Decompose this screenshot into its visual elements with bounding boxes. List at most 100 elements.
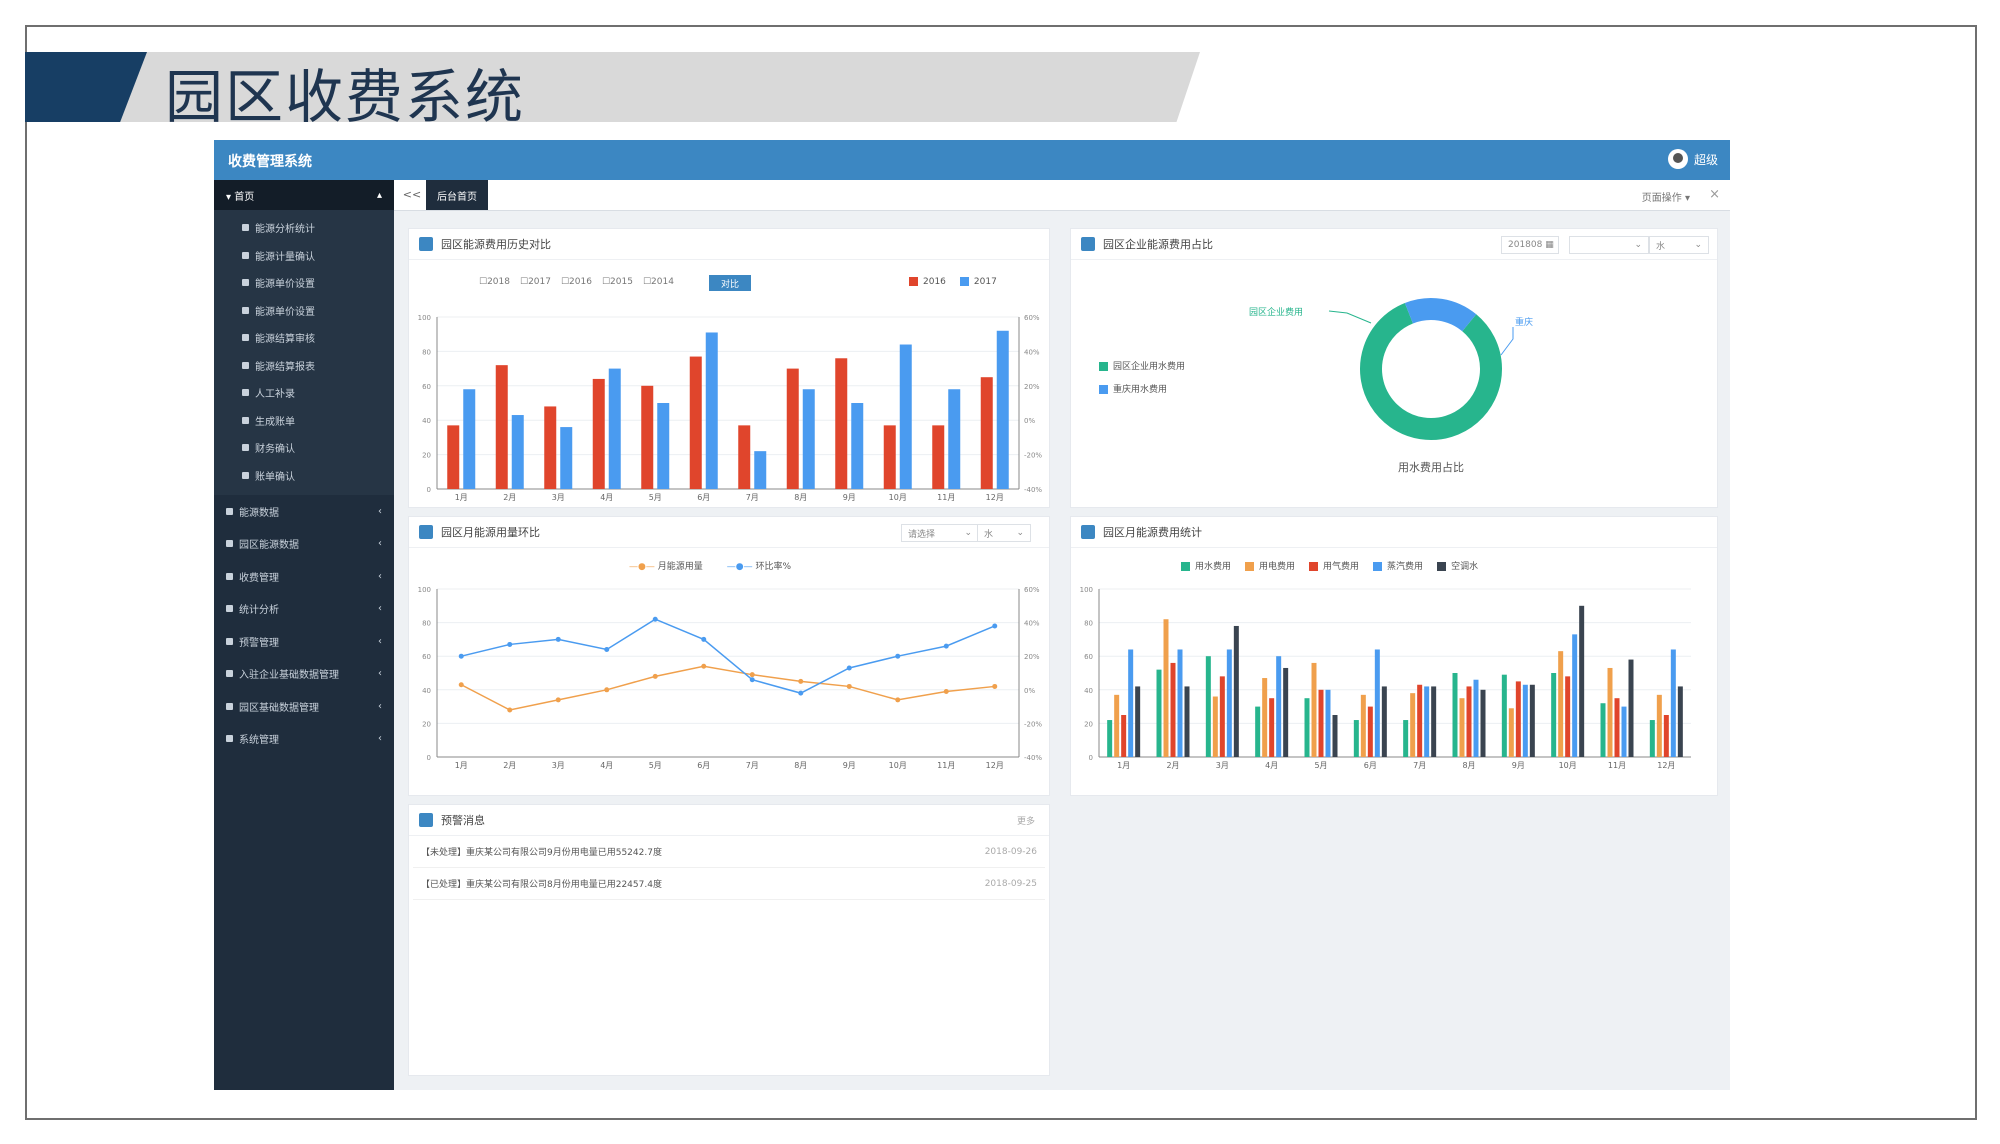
donut-slice (1360, 302, 1502, 440)
bar (511, 415, 524, 489)
caret-icon: ▴ (376, 189, 382, 201)
date-picker[interactable]: 201808 ▦ (1501, 236, 1559, 254)
menu-icon (226, 670, 233, 678)
year-checkbox[interactable]: ☐2017 (520, 277, 551, 287)
user-menu[interactable]: 超级 (1667, 149, 1718, 169)
sidebar-item[interactable]: 入驻企业基础数据管理 ‹ (214, 658, 394, 691)
sidebar-subitem[interactable]: 生成账单 (214, 407, 394, 435)
tab-back-button[interactable]: << (402, 185, 422, 205)
sidebar-subitem[interactable]: 能源结算报表 (214, 352, 394, 380)
sidebar-item[interactable]: 园区基础数据管理 ‹ (214, 690, 394, 723)
data-point (895, 697, 901, 703)
x-tick-label: 3月 (552, 493, 565, 501)
panel-title: 预警消息 (441, 814, 485, 827)
sidebar-subitem[interactable]: 能源分析统计 (214, 214, 394, 242)
stats-legend: 用水费用 用电费用 用气费用 蒸汽费用 空调水 (1181, 559, 1478, 572)
sidebar-subitem-label: 财务确认 (255, 444, 295, 456)
sidebar-item-label: 能源数据 (239, 507, 279, 519)
year-checkbox[interactable]: ☐2016 (561, 277, 592, 287)
year-checkbox[interactable]: ☐2014 (643, 277, 674, 287)
sidebar-item[interactable]: 能源数据 ‹ (214, 495, 394, 528)
sidebar-item[interactable]: 统计分析 ‹ (214, 593, 394, 626)
bar (1255, 706, 1261, 757)
year-checkbox[interactable]: ☐2015 (602, 277, 633, 287)
data-point (749, 677, 755, 683)
sidebar-item[interactable]: 收费管理 ‹ (214, 560, 394, 593)
sidebar-subitem[interactable]: 财务确认 (214, 434, 394, 462)
data-point (943, 688, 949, 694)
bar (705, 332, 718, 489)
energy-select[interactable]: 水 ⌄ (977, 524, 1031, 542)
bar (1621, 706, 1627, 757)
bar (835, 358, 848, 489)
data-point (798, 690, 804, 696)
avatar[interactable] (1667, 149, 1688, 169)
bar (592, 378, 605, 489)
alert-row[interactable]: 【已处理】重庆某公司有限公司8月份用电量已用22457.4度 2018-09-25 (413, 868, 1045, 900)
legend-item: 2016 (909, 277, 946, 287)
bar (1381, 686, 1387, 757)
compare-button[interactable]: 对比 (709, 275, 751, 291)
x-tick-label: 11月 (937, 761, 955, 770)
sidebar-item[interactable]: 园区能源数据 ‹ (214, 528, 394, 561)
user-name[interactable]: 超级 (1694, 151, 1718, 168)
sidebar-item-label: 入驻企业基础数据管理 (239, 670, 339, 682)
close-icon[interactable]: × (1709, 187, 1720, 202)
chart-icon (419, 237, 433, 251)
y-tick-label: 80 (422, 348, 431, 356)
sidebar-subitem[interactable]: 能源单价设置 (214, 269, 394, 297)
bar (1424, 686, 1430, 757)
page-actions-dropdown[interactable]: 页面操作 ▾ (1642, 189, 1690, 204)
tab-dashboard[interactable]: 后台首页 (426, 180, 488, 210)
alert-row[interactable]: 【未处理】重庆某公司有限公司9月份用电量已用55242.7度 2018-09-26 (413, 836, 1045, 868)
bar (1417, 684, 1423, 757)
x-tick-label: 12月 (986, 761, 1004, 770)
x-tick-label: 8月 (794, 493, 807, 501)
sidebar-item-label: 统计分析 (239, 605, 279, 617)
energy-select[interactable]: 水 ⌄ (1649, 236, 1709, 254)
y-tick-label: 80 (1084, 620, 1093, 628)
x-tick-label: 9月 (1512, 761, 1525, 770)
sidebar-subitem[interactable]: 能源计量确认 (214, 242, 394, 270)
legend-item: 蒸汽费用 (1373, 559, 1423, 572)
sidebar-subitem[interactable]: 能源单价设置 (214, 297, 394, 325)
menu-icon (242, 251, 249, 259)
bar (1311, 662, 1317, 757)
sidebar-subitem[interactable]: 能源结算审核 (214, 324, 394, 352)
sidebar-item-label: 系统管理 (239, 735, 279, 747)
bar (1410, 693, 1416, 757)
sidebar-subitem[interactable]: 人工补录 (214, 379, 394, 407)
bar (1508, 708, 1514, 757)
y2-tick-label: 20% (1024, 653, 1040, 661)
sidebar-item[interactable]: 系统管理 ‹ (214, 723, 394, 756)
period-select[interactable]: 请选择 ⌄ (901, 524, 979, 542)
x-tick-label: 11月 (937, 493, 955, 501)
bar (560, 427, 573, 489)
bar (948, 389, 961, 489)
sidebar-item-home[interactable]: ▾ 首页 ▴ (214, 180, 394, 210)
menu-icon (242, 444, 249, 452)
x-tick-label: 10月 (889, 761, 907, 770)
x-tick-label: 2月 (503, 761, 516, 770)
alert-text: 【未处理】重庆某公司有限公司9月份用电量已用55242.7度 (421, 848, 662, 858)
year-checkbox[interactable]: ☐2018 (479, 277, 510, 287)
ratio-donut-chart: 园区企业费用重庆用水费用占比 (1249, 298, 1533, 474)
menu-icon (226, 572, 233, 580)
type-select[interactable]: ⌄ (1569, 236, 1649, 254)
data-point (555, 697, 561, 703)
more-link[interactable]: 更多 (1017, 814, 1035, 827)
bar (1226, 649, 1232, 757)
x-tick-label: 1月 (455, 761, 468, 770)
chevron-left-icon: ‹ (378, 538, 382, 550)
data-point (701, 636, 707, 642)
sidebar-item[interactable]: 预警管理 ‹ (214, 625, 394, 658)
sidebar-subitem[interactable]: 账单确认 (214, 462, 394, 490)
bar (1374, 649, 1380, 757)
series-line (460, 665, 995, 711)
bar (754, 451, 767, 489)
bar (738, 425, 751, 489)
bar (1304, 698, 1310, 757)
panel-title: 园区月能源用量环比 (441, 526, 540, 539)
alert-text: 【已处理】重庆某公司有限公司8月份用电量已用22457.4度 (421, 880, 662, 890)
bar (1353, 720, 1359, 757)
